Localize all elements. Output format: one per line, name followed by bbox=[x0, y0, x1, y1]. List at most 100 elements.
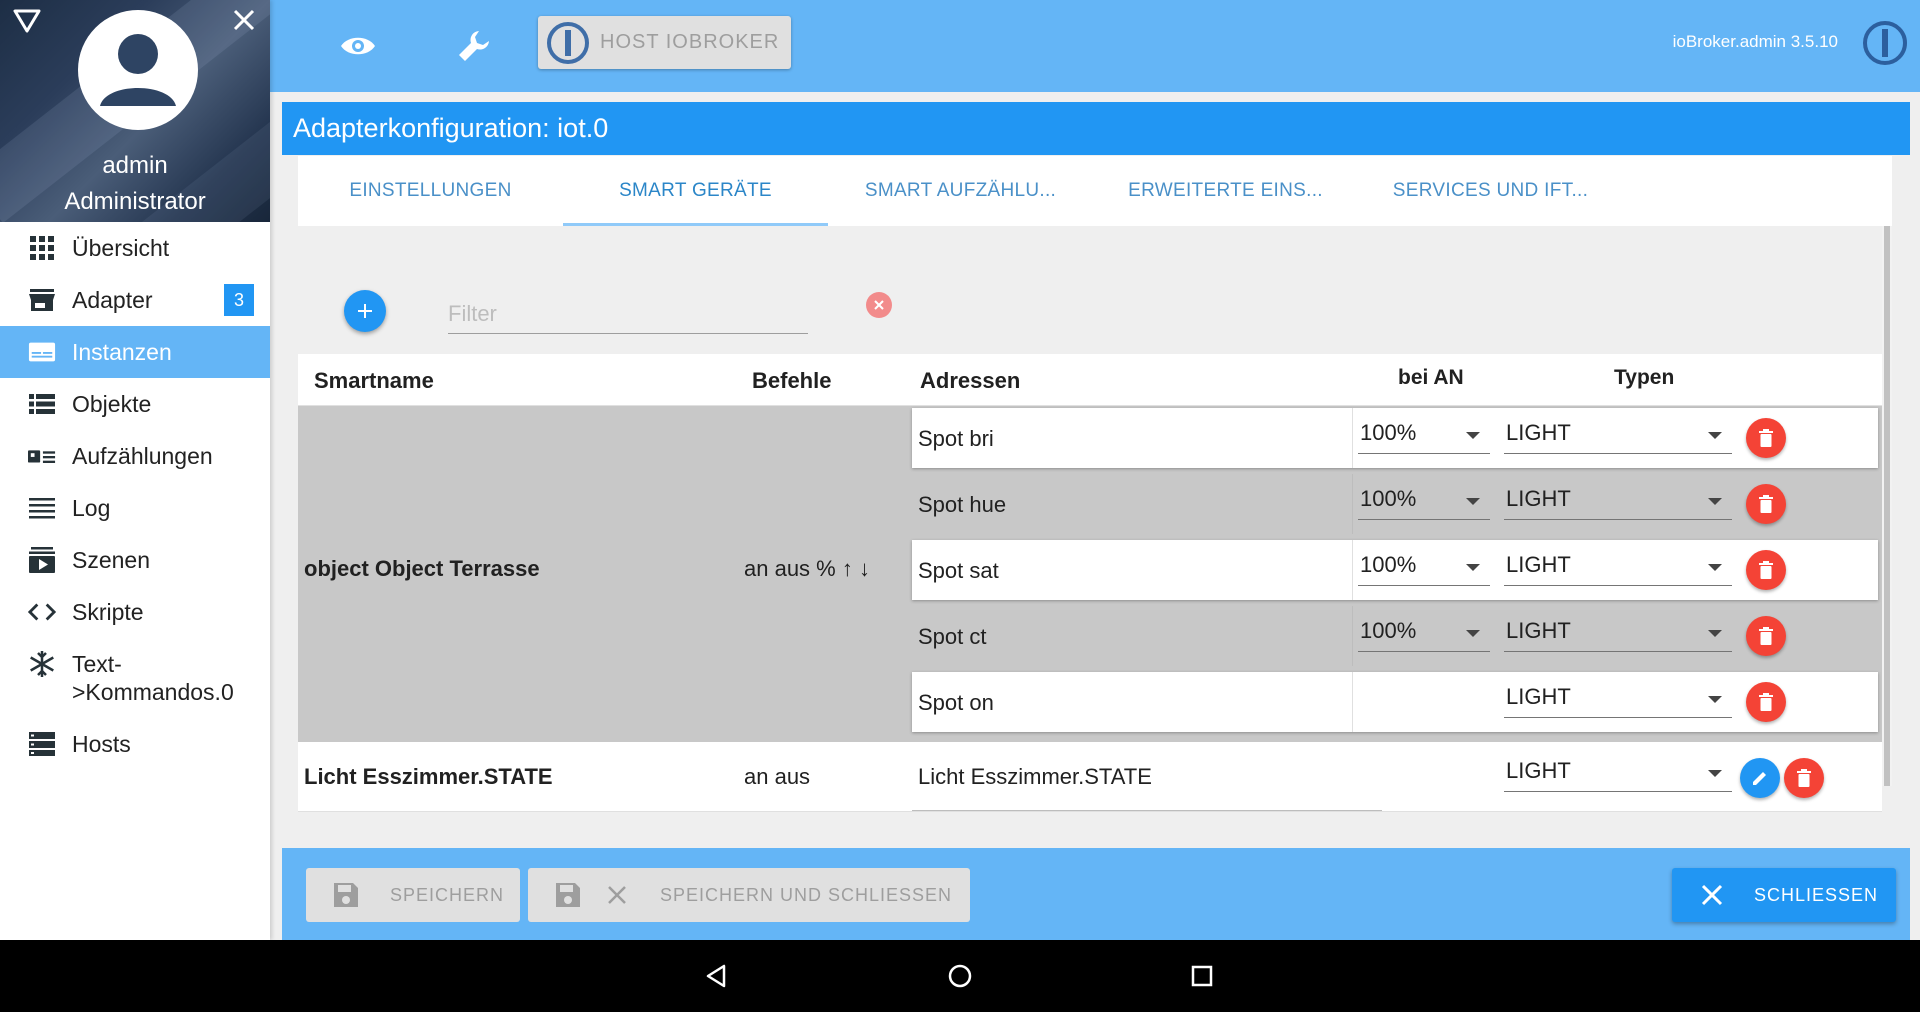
scenes-icon bbox=[28, 546, 56, 574]
save-and-close-button[interactable]: SPEICHERN UND SCHLIESSEN bbox=[528, 868, 970, 922]
address-name: Spot on bbox=[918, 690, 994, 715]
close-icon bbox=[608, 886, 626, 904]
sidebar-item-label: Hosts bbox=[72, 731, 131, 757]
address-row: Spot hue 100% LIGHT bbox=[912, 474, 1882, 534]
delete-button[interactable] bbox=[1746, 550, 1786, 590]
log-icon bbox=[28, 494, 56, 522]
type-select[interactable]: LIGHT bbox=[1504, 612, 1732, 652]
clear-filter-button[interactable] bbox=[866, 292, 892, 318]
sidebar-item-label: Log bbox=[72, 495, 111, 521]
avatar[interactable] bbox=[78, 10, 198, 130]
tab-smart-devices[interactable]: SMART GERÄTE bbox=[563, 156, 828, 226]
sidebar-item-label: Aufzählungen bbox=[72, 443, 213, 469]
sidebar-item-label: Szenen bbox=[72, 547, 151, 573]
enum-icon bbox=[28, 442, 56, 470]
close-button[interactable]: SCHLIESSEN bbox=[1672, 868, 1896, 922]
column-header-on-value: bei AN bbox=[1398, 366, 1464, 389]
address-name: Spot hue bbox=[918, 492, 1007, 517]
on-value-select[interactable]: 100% bbox=[1358, 612, 1490, 652]
trash-icon bbox=[1759, 429, 1773, 447]
user-panel: admin Administrator bbox=[0, 0, 270, 222]
smart-devices-table: Smartname Befehle Adressen bei AN Typen … bbox=[298, 354, 1882, 812]
type-select[interactable]: LIGHT bbox=[1504, 678, 1732, 718]
on-value-select[interactable]: 100% bbox=[1358, 480, 1490, 520]
delete-button[interactable] bbox=[1746, 682, 1786, 722]
save-label: SPEICHERN bbox=[390, 884, 505, 905]
on-value-select[interactable]: 100% bbox=[1358, 546, 1490, 586]
column-divider bbox=[1352, 408, 1353, 468]
back-icon[interactable] bbox=[700, 960, 732, 992]
save-button[interactable]: SPEICHERN bbox=[306, 868, 520, 922]
trash-icon bbox=[1797, 769, 1811, 787]
sidebar-item-adapter[interactable]: Adapter 3 bbox=[0, 274, 270, 326]
sidebar-item-enums[interactable]: Aufzählungen bbox=[0, 430, 270, 482]
sidebar-item-hosts[interactable]: Hosts bbox=[0, 718, 270, 770]
main-area: HOST IOBROKER ioBroker.admin 3.5.10 Adap… bbox=[270, 0, 1920, 940]
sidebar-item-objects[interactable]: Objekte bbox=[0, 378, 270, 430]
address-row: Spot sat 100% LIGHT bbox=[912, 540, 1878, 600]
column-divider bbox=[1352, 474, 1353, 534]
sidebar-item-label: Text- >Kommandos.0 bbox=[72, 651, 234, 705]
sidebar-item-label: Instanzen bbox=[72, 339, 172, 365]
filter-input[interactable] bbox=[448, 294, 808, 334]
address-row: Spot on LIGHT bbox=[912, 672, 1878, 732]
on-value-select[interactable]: 100% bbox=[1358, 414, 1490, 454]
sidebar-item-label: Übersicht bbox=[72, 235, 170, 261]
pencil-icon bbox=[1753, 772, 1766, 785]
user-role: Administrator bbox=[64, 188, 206, 215]
divider bbox=[912, 810, 1382, 811]
column-header-addresses: Adressen bbox=[920, 368, 1021, 393]
sidebar-item-label: Skripte bbox=[72, 599, 144, 625]
tab-smart-enums[interactable]: SMART AUFZÄHLU... bbox=[828, 156, 1093, 226]
tab-content: Smartname Befehle Adressen bei AN Typen … bbox=[298, 226, 1892, 816]
sidebar-item-log[interactable]: Log bbox=[0, 482, 270, 534]
column-divider bbox=[1352, 540, 1353, 600]
delete-button[interactable] bbox=[1746, 418, 1786, 458]
sidebar-item-overview[interactable]: Übersicht bbox=[0, 222, 270, 274]
close-icon[interactable] bbox=[230, 6, 258, 34]
scrollbar[interactable] bbox=[1882, 226, 1892, 786]
delete-button[interactable] bbox=[1746, 484, 1786, 524]
close-icon bbox=[1701, 884, 1723, 906]
home-icon[interactable] bbox=[944, 960, 976, 992]
dropdown-arrow-icon bbox=[1466, 630, 1480, 637]
dropdown-arrow-icon bbox=[1466, 498, 1480, 505]
table-header: Smartname Befehle Adressen bei AN Typen bbox=[298, 354, 1882, 406]
trash-icon bbox=[1759, 561, 1773, 579]
type-select[interactable]: LIGHT bbox=[1504, 546, 1732, 586]
menu-toggle-icon[interactable] bbox=[12, 8, 42, 34]
type-select[interactable]: LIGHT bbox=[1504, 752, 1732, 792]
scrollbar-thumb[interactable] bbox=[1884, 226, 1890, 786]
address-name: Licht Esszimmer.STATE bbox=[918, 764, 1152, 789]
system-navigation-bar bbox=[0, 940, 1920, 1012]
column-header-commands: Befehle bbox=[752, 368, 832, 393]
tab-services-ifttt[interactable]: SERVICES UND IFT... bbox=[1358, 156, 1623, 226]
table-row: object Object Terrasse an aus % ↑ ↓ Spot… bbox=[298, 406, 1882, 742]
tab-extended-settings[interactable]: ERWEITERTE EINS... bbox=[1093, 156, 1358, 226]
sidebar-item-scenes[interactable]: Szenen bbox=[0, 534, 270, 586]
address-name: Spot sat bbox=[918, 558, 999, 583]
recents-icon[interactable] bbox=[1186, 960, 1218, 992]
delete-button[interactable] bbox=[1746, 616, 1786, 656]
delete-button[interactable] bbox=[1784, 758, 1824, 798]
wrench-icon[interactable] bbox=[454, 26, 494, 66]
edit-button[interactable] bbox=[1740, 758, 1780, 798]
dialog-title: Adapterkonfiguration: iot.0 bbox=[282, 102, 1910, 155]
tab-settings[interactable]: EINSTELLUNGEN bbox=[298, 156, 563, 226]
type-select[interactable]: LIGHT bbox=[1504, 480, 1732, 520]
sidebar-item-text-commands[interactable]: Text- >Kommandos.0 bbox=[0, 638, 270, 718]
floppy-disk-icon bbox=[334, 883, 358, 907]
iobroker-logo-icon bbox=[547, 21, 589, 64]
eye-icon[interactable] bbox=[338, 26, 378, 66]
save-and-close-label: SPEICHERN UND SCHLIESSEN bbox=[660, 884, 953, 905]
sidebar-item-instances[interactable]: Instanzen bbox=[0, 326, 270, 378]
sidebar-item-label: Adapter bbox=[72, 287, 153, 313]
add-device-button[interactable] bbox=[344, 290, 386, 332]
floppy-disk-icon bbox=[556, 883, 580, 907]
smartname-cell: Licht Esszimmer.STATE bbox=[304, 764, 553, 789]
host-select-button[interactable]: HOST IOBROKER bbox=[538, 16, 791, 69]
sidebar-item-scripts[interactable]: Skripte bbox=[0, 586, 270, 638]
sidebar: admin Administrator Übersicht Adapter 3 … bbox=[0, 0, 270, 940]
type-select[interactable]: LIGHT bbox=[1504, 414, 1732, 454]
address-row: Spot bri 100% LIGHT bbox=[912, 408, 1878, 468]
